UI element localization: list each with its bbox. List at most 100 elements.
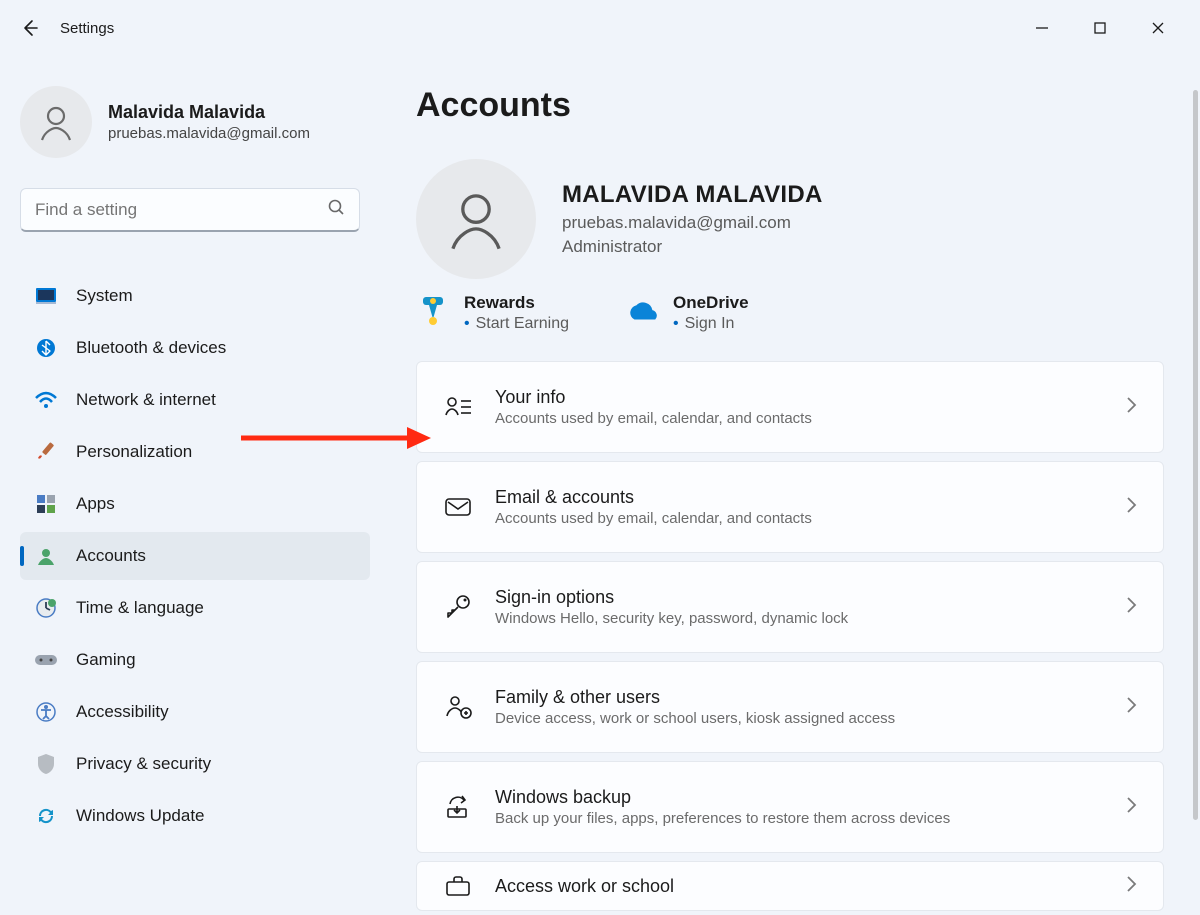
sidebar-item-label: Bluetooth & devices: [76, 338, 226, 358]
sidebar-item-network[interactable]: Network & internet: [20, 376, 370, 424]
card-subtitle: Back up your files, apps, preferences to…: [495, 810, 950, 827]
window-controls: [1030, 16, 1190, 40]
sidebar: Malavida Malavida pruebas.malavida@gmail…: [0, 56, 390, 915]
bluetooth-icon: [34, 336, 58, 360]
search-icon: [327, 198, 345, 221]
settings-list: Your info Accounts used by email, calend…: [416, 361, 1164, 911]
profile-display-name: MALAVIDA MALAVIDA: [562, 181, 823, 209]
maximize-icon: [1093, 21, 1107, 35]
sidebar-item-label: Apps: [76, 494, 115, 514]
tile-subtitle: •Sign In: [673, 315, 749, 333]
apps-icon: [34, 492, 58, 516]
card-subtitle: Windows Hello, security key, password, d…: [495, 610, 848, 627]
card-subtitle: Device access, work or school users, kio…: [495, 710, 895, 727]
sidebar-item-bluetooth[interactable]: Bluetooth & devices: [20, 324, 370, 372]
backup-icon: [443, 792, 473, 822]
card-family-users[interactable]: Family & other users Device access, work…: [416, 661, 1164, 753]
sidebar-user-email: pruebas.malavida@gmail.com: [108, 125, 310, 142]
search-box[interactable]: [20, 188, 360, 232]
sidebar-item-label: System: [76, 286, 133, 306]
time-icon: [34, 596, 58, 620]
sidebar-item-label: Privacy & security: [76, 754, 211, 774]
tile-subtitle: •Start Earning: [464, 315, 569, 333]
profile-email: pruebas.malavida@gmail.com: [562, 213, 823, 233]
sidebar-user-header[interactable]: Malavida Malavida pruebas.malavida@gmail…: [20, 86, 370, 158]
accessibility-icon: [34, 700, 58, 724]
sidebar-item-label: Gaming: [76, 650, 136, 670]
email-icon: [443, 492, 473, 522]
privacy-icon: [34, 752, 58, 776]
profile-role: Administrator: [562, 237, 823, 257]
profile-block: MALAVIDA MALAVIDA pruebas.malavida@gmail…: [416, 159, 1164, 279]
your-info-icon: [443, 392, 473, 422]
sidebar-item-label: Accounts: [76, 546, 146, 566]
back-arrow-icon: [20, 18, 40, 38]
close-button[interactable]: [1146, 16, 1170, 40]
chevron-right-icon: [1125, 496, 1137, 519]
sidebar-item-label: Accessibility: [76, 702, 169, 722]
network-icon: [34, 388, 58, 412]
chevron-right-icon: [1125, 796, 1137, 819]
card-signin-options[interactable]: Sign-in options Windows Hello, security …: [416, 561, 1164, 653]
search-input[interactable]: [35, 200, 327, 220]
onedrive-icon: [625, 295, 659, 329]
card-work-school[interactable]: Access work or school: [416, 861, 1164, 911]
chevron-right-icon: [1125, 875, 1137, 898]
chevron-right-icon: [1125, 396, 1137, 419]
chevron-right-icon: [1125, 596, 1137, 619]
sidebar-item-system[interactable]: System: [20, 272, 370, 320]
sidebar-user-name: Malavida Malavida: [108, 102, 310, 123]
minimize-button[interactable]: [1030, 16, 1054, 40]
card-windows-backup[interactable]: Windows backup Back up your files, apps,…: [416, 761, 1164, 853]
close-icon: [1151, 21, 1165, 35]
sidebar-item-accessibility[interactable]: Accessibility: [20, 688, 370, 736]
card-subtitle: Accounts used by email, calendar, and co…: [495, 510, 812, 527]
system-icon: [34, 284, 58, 308]
avatar: [20, 86, 92, 158]
card-title: Email & accounts: [495, 487, 812, 508]
update-icon: [34, 804, 58, 828]
card-title: Family & other users: [495, 687, 895, 708]
sidebar-item-apps[interactable]: Apps: [20, 480, 370, 528]
sidebar-item-privacy[interactable]: Privacy & security: [20, 740, 370, 788]
tile-onedrive[interactable]: OneDrive •Sign In: [625, 293, 749, 333]
gaming-icon: [34, 648, 58, 672]
tile-title: OneDrive: [673, 293, 749, 313]
sidebar-item-label: Time & language: [76, 598, 204, 618]
tile-title: Rewards: [464, 293, 569, 313]
titlebar: Settings: [0, 0, 1200, 56]
key-icon: [443, 592, 473, 622]
family-icon: [443, 692, 473, 722]
sidebar-item-label: Personalization: [76, 442, 192, 462]
personalization-icon: [34, 440, 58, 464]
maximize-button[interactable]: [1088, 16, 1112, 40]
sidebar-item-accounts[interactable]: Accounts: [20, 532, 370, 580]
sidebar-item-label: Network & internet: [76, 390, 216, 410]
scrollbar[interactable]: [1193, 90, 1198, 915]
accounts-icon: [34, 544, 58, 568]
app-title: Settings: [60, 20, 114, 37]
content-area: Accounts MALAVIDA MALAVIDA pruebas.malav…: [390, 56, 1200, 915]
card-your-info[interactable]: Your info Accounts used by email, calend…: [416, 361, 1164, 453]
rewards-icon: [416, 295, 450, 329]
sidebar-item-time[interactable]: Time & language: [20, 584, 370, 632]
nav-list: System Bluetooth & devices Network & int…: [20, 272, 370, 840]
avatar[interactable]: [416, 159, 536, 279]
page-title: Accounts: [416, 86, 1164, 125]
card-title: Your info: [495, 387, 812, 408]
sidebar-item-label: Windows Update: [76, 806, 205, 826]
card-subtitle: Accounts used by email, calendar, and co…: [495, 410, 812, 427]
sidebar-item-update[interactable]: Windows Update: [20, 792, 370, 840]
card-email-accounts[interactable]: Email & accounts Accounts used by email,…: [416, 461, 1164, 553]
briefcase-icon: [443, 871, 473, 901]
card-title: Access work or school: [495, 876, 674, 897]
minimize-icon: [1035, 21, 1049, 35]
sidebar-item-personalization[interactable]: Personalization: [20, 428, 370, 476]
card-title: Sign-in options: [495, 587, 848, 608]
back-button[interactable]: [10, 8, 50, 48]
scrollbar-thumb[interactable]: [1193, 90, 1198, 820]
sidebar-item-gaming[interactable]: Gaming: [20, 636, 370, 684]
chevron-right-icon: [1125, 696, 1137, 719]
tile-rewards[interactable]: Rewards •Start Earning: [416, 293, 569, 333]
quick-tiles: Rewards •Start Earning OneDrive •Sign In: [416, 293, 1164, 333]
